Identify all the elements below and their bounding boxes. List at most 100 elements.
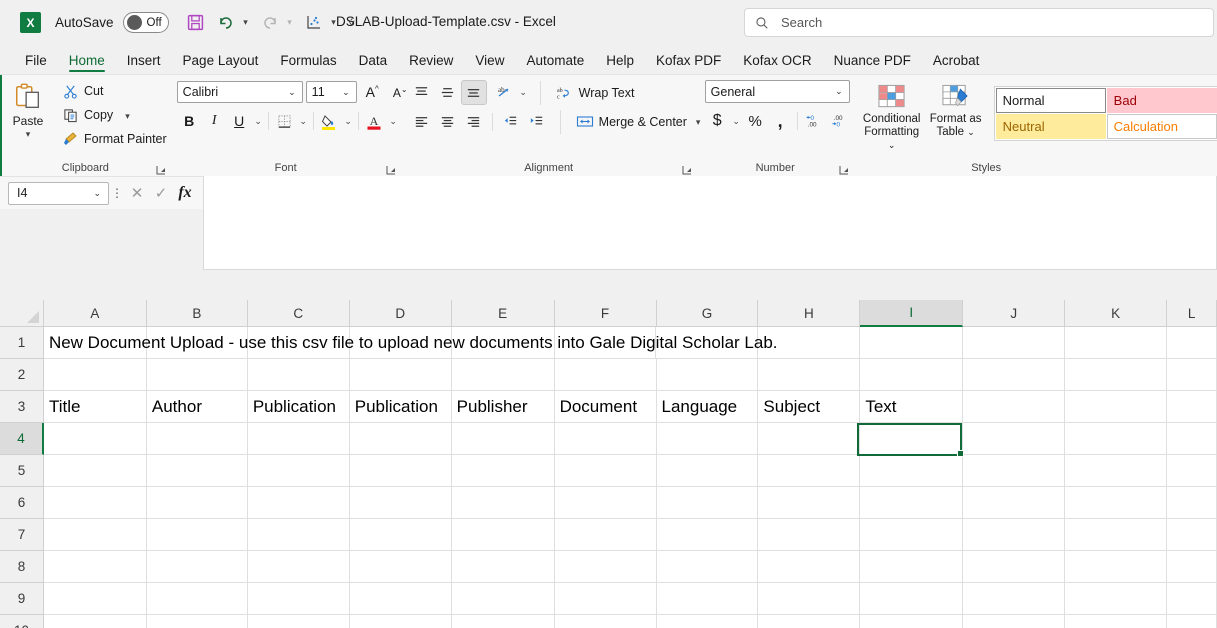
accounting-chevron-down-icon[interactable]: ⌄ xyxy=(730,109,743,133)
cell-g9[interactable] xyxy=(657,583,759,615)
tab-data[interactable]: Data xyxy=(348,51,399,74)
cell-j9[interactable] xyxy=(963,583,1065,615)
font-dialog-launcher-icon[interactable] xyxy=(386,165,397,176)
align-left-button[interactable] xyxy=(409,109,435,134)
tab-nuance-pdf[interactable]: Nuance PDF xyxy=(823,51,922,74)
column-header-e[interactable]: E xyxy=(452,300,555,327)
chart-button[interactable] xyxy=(301,9,327,37)
cell-a4[interactable] xyxy=(44,423,147,455)
cell-l5[interactable] xyxy=(1167,455,1217,487)
cell-f7[interactable] xyxy=(555,519,657,551)
cell-b6[interactable] xyxy=(147,487,248,519)
cell-b2[interactable] xyxy=(147,359,248,391)
tab-kofax-pdf[interactable]: Kofax PDF xyxy=(645,51,732,74)
alignment-dialog-launcher-icon[interactable] xyxy=(682,165,693,176)
cell-j6[interactable] xyxy=(963,487,1065,519)
comma-style-button[interactable]: , xyxy=(768,109,793,133)
cell-d4[interactable] xyxy=(350,423,452,455)
cell-a3[interactable]: Title xyxy=(44,391,147,423)
cell-k7[interactable] xyxy=(1065,519,1167,551)
cell-h4[interactable] xyxy=(758,423,860,455)
tab-kofax-ocr[interactable]: Kofax OCR xyxy=(732,51,822,74)
tab-acrobat[interactable]: Acrobat xyxy=(922,51,991,74)
column-header-g[interactable]: G xyxy=(657,300,759,327)
decrease-decimal-button[interactable]: .00 0 xyxy=(828,109,854,133)
tab-home[interactable]: Home xyxy=(58,51,116,74)
cell-a8[interactable] xyxy=(44,551,147,583)
cell-i4[interactable] xyxy=(860,423,963,455)
cell-k9[interactable] xyxy=(1065,583,1167,615)
conditional-formatting-button[interactable]: Conditional Formatting ⌄ xyxy=(860,79,924,152)
cell-c3[interactable]: Publication xyxy=(248,391,350,423)
cell-j2[interactable] xyxy=(963,359,1065,391)
formula-input[interactable] xyxy=(203,174,1217,270)
undo-dropdown-chevron-icon[interactable]: ▾ xyxy=(239,9,253,37)
column-header-b[interactable]: B xyxy=(147,300,248,327)
cell-b10[interactable] xyxy=(147,615,248,628)
cell-j5[interactable] xyxy=(963,455,1065,487)
cell-d3[interactable]: Publication xyxy=(350,391,452,423)
font-size-select[interactable]: 11 ⌄ xyxy=(306,81,357,103)
cell-j7[interactable] xyxy=(963,519,1065,551)
column-header-l[interactable]: L xyxy=(1167,300,1217,327)
cell-h10[interactable] xyxy=(758,615,860,628)
cell-i6[interactable] xyxy=(860,487,963,519)
cell-l8[interactable] xyxy=(1167,551,1217,583)
copy-chevron-down-icon[interactable]: ▾ xyxy=(125,111,130,121)
cell-i3[interactable]: Text xyxy=(860,391,963,423)
column-header-h[interactable]: H xyxy=(758,300,860,327)
cell-h6[interactable] xyxy=(758,487,860,519)
merge-center-button[interactable]: Merge & Center ▾ xyxy=(571,111,705,133)
cell-f6[interactable] xyxy=(555,487,657,519)
cell-k3[interactable] xyxy=(1065,391,1167,423)
column-header-c[interactable]: C xyxy=(248,300,350,327)
cell-j8[interactable] xyxy=(963,551,1065,583)
cell-c8[interactable] xyxy=(248,551,350,583)
cell-e2[interactable] xyxy=(452,359,555,391)
cell-f3[interactable]: Document xyxy=(555,391,657,423)
cell-e10[interactable] xyxy=(452,615,555,628)
bold-button[interactable]: B xyxy=(177,109,202,133)
cell-j10[interactable] xyxy=(963,615,1065,628)
column-header-i[interactable]: I xyxy=(860,300,963,327)
cell-a10[interactable] xyxy=(44,615,147,628)
row-header-2[interactable]: 2 xyxy=(0,359,44,391)
fill-color-chevron-down-icon[interactable]: ⌄ xyxy=(342,109,355,133)
cell-e3[interactable]: Publisher xyxy=(452,391,555,423)
cell-l6[interactable] xyxy=(1167,487,1217,519)
cell-b4[interactable] xyxy=(147,423,248,455)
style-bad[interactable]: Bad xyxy=(1107,88,1217,113)
tab-view[interactable]: View xyxy=(464,51,515,74)
cell-f9[interactable] xyxy=(555,583,657,615)
cell-k5[interactable] xyxy=(1065,455,1167,487)
row-header-10[interactable]: 10 xyxy=(0,615,44,628)
borders-chevron-down-icon[interactable]: ⌄ xyxy=(297,109,310,133)
increase-indent-button[interactable] xyxy=(524,109,550,134)
cell-h7[interactable] xyxy=(758,519,860,551)
column-header-k[interactable]: K xyxy=(1065,300,1167,327)
increase-decimal-button[interactable]: 0 .00 xyxy=(802,109,828,133)
cell-k6[interactable] xyxy=(1065,487,1167,519)
column-header-j[interactable]: J xyxy=(963,300,1065,327)
fill-handle[interactable] xyxy=(957,450,964,457)
cell-l3[interactable] xyxy=(1167,391,1217,423)
cell-f5[interactable] xyxy=(555,455,657,487)
decrease-indent-button[interactable] xyxy=(498,109,524,134)
cell-k2[interactable] xyxy=(1065,359,1167,391)
cell-e5[interactable] xyxy=(452,455,555,487)
fill-color-button[interactable] xyxy=(317,109,342,133)
cell-c2[interactable] xyxy=(248,359,350,391)
paste-button[interactable]: Paste ▾ xyxy=(0,78,56,139)
cell-c5[interactable] xyxy=(248,455,350,487)
cell-g6[interactable] xyxy=(657,487,759,519)
align-right-button[interactable] xyxy=(461,109,487,134)
cell-c6[interactable] xyxy=(248,487,350,519)
cell-a5[interactable] xyxy=(44,455,147,487)
column-header-f[interactable]: F xyxy=(555,300,657,327)
cell-j4[interactable] xyxy=(963,423,1065,455)
save-button[interactable] xyxy=(183,9,209,37)
row-header-8[interactable]: 8 xyxy=(0,551,44,583)
cell-d2[interactable] xyxy=(350,359,452,391)
cell-f8[interactable] xyxy=(555,551,657,583)
cell-l9[interactable] xyxy=(1167,583,1217,615)
